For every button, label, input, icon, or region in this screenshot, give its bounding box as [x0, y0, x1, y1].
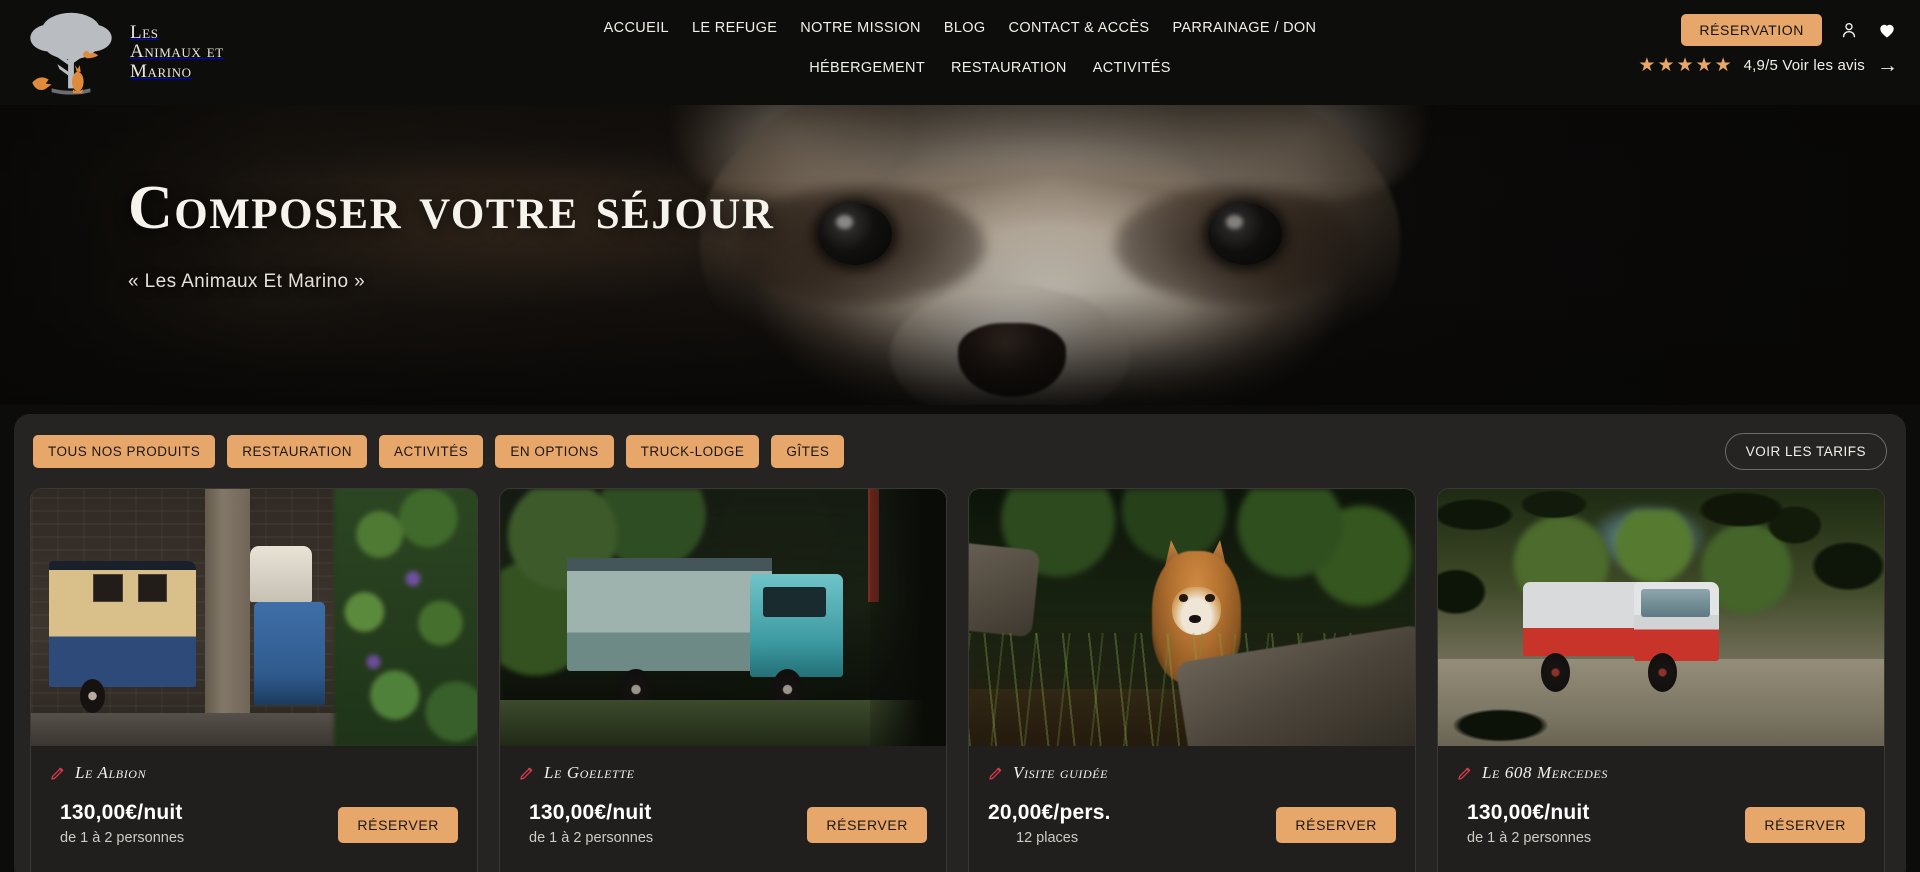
product-card-footer: 130,00€/nuit de 1 à 2 personnes RÉSERVER: [500, 801, 946, 846]
primary-navigation: ACCUEIL LE REFUGE NOTRE MISSION BLOG CON…: [0, 20, 1920, 36]
pencil-icon: [988, 765, 1004, 781]
product-card[interactable]: Visite guidée 20,00€/pers. 12 places RÉS…: [968, 488, 1416, 872]
product-card[interactable]: Le Goelette 130,00€/nuit de 1 à 2 person…: [499, 488, 947, 872]
product-price-block: 130,00€/nuit de 1 à 2 personnes: [519, 801, 653, 846]
rating-stars: ★ ★ ★ ★ ★: [1638, 56, 1731, 75]
heart-icon[interactable]: [1876, 19, 1898, 41]
product-price: 130,00€/nuit: [60, 801, 183, 824]
reserver-button[interactable]: RÉSERVER: [1276, 807, 1396, 843]
product-image-608-mercedes: [1438, 489, 1884, 746]
product-card-body: Le Goelette 130,00€/nuit de 1 à 2 person…: [500, 746, 946, 872]
product-card-footer: 130,00€/nuit de 1 à 2 personnes RÉSERVER: [1438, 801, 1884, 846]
product-image-goelette: [500, 489, 946, 746]
product-title-row: Le 608 Mercedes: [1457, 763, 1865, 783]
nav-item-hebergement[interactable]: HÉBERGEMENT: [809, 60, 925, 76]
star-icon: ★: [1657, 55, 1675, 76]
filter-gites[interactable]: GÎTES: [771, 434, 845, 468]
site-header: Les Animaux et Marino ACCUEIL LE REFUGE …: [0, 0, 1920, 105]
product-card[interactable]: Le Albion 130,00€/nuit de 1 à 2 personne…: [30, 488, 478, 872]
filter-activites[interactable]: ACTIVITÉS: [379, 434, 484, 468]
product-price: 130,00€/nuit: [529, 801, 652, 824]
product-title-row: Visite guidée: [988, 763, 1396, 783]
star-icon: ★: [1695, 55, 1713, 76]
product-title-row: Le Goelette: [519, 763, 927, 783]
pencil-icon: [50, 765, 66, 781]
filter-truck-lodge[interactable]: TRUCK-LODGE: [625, 434, 760, 468]
product-price: 130,00€/nuit: [1467, 801, 1590, 824]
reservation-button[interactable]: RÉSERVATION: [1681, 14, 1822, 46]
rating-text[interactable]: 4,9/5 Voir les avis: [1744, 57, 1865, 74]
reserver-button[interactable]: RÉSERVER: [807, 807, 927, 843]
nav-item-blog[interactable]: BLOG: [944, 20, 986, 36]
nav-item-restauration[interactable]: RESTAURATION: [951, 60, 1067, 76]
product-card-footer: 20,00€/pers. 12 places RÉSERVER: [969, 801, 1415, 846]
product-title: Le Albion: [75, 763, 147, 782]
voir-les-tarifs-button[interactable]: VOIR LES TARIFS: [1724, 432, 1887, 470]
tree-with-animals-icon: [22, 5, 120, 100]
hero-banner: Composer votre séjour « Les Animaux Et M…: [0, 105, 1920, 405]
product-filters: TOUS NOS PRODUITS RESTAURATION ACTIVITÉS…: [33, 434, 845, 468]
product-card-footer: 130,00€/nuit de 1 à 2 personnes RÉSERVER: [31, 801, 477, 846]
nav-item-contact-acces[interactable]: CONTACT & ACCÈS: [1009, 20, 1150, 36]
product-capacity: de 1 à 2 personnes: [1467, 830, 1592, 846]
pencil-icon: [519, 765, 535, 781]
nav-item-parrainage-don[interactable]: PARRAINAGE / DON: [1172, 20, 1316, 36]
user-icon[interactable]: [1838, 19, 1860, 41]
hero-subtitle: « Les Animaux Et Marino »: [128, 271, 366, 292]
product-card-list: Le Albion 130,00€/nuit de 1 à 2 personne…: [30, 488, 1885, 872]
reserver-button[interactable]: RÉSERVER: [338, 807, 458, 843]
reserver-button[interactable]: RÉSERVER: [1745, 807, 1865, 843]
nav-item-le-refuge[interactable]: LE REFUGE: [692, 20, 777, 36]
star-icon: ★: [1714, 55, 1732, 76]
product-image-albion: [31, 489, 477, 746]
product-price: 20,00€/pers.: [988, 801, 1111, 824]
pencil-icon: [1457, 765, 1473, 781]
product-title: Le 608 Mercedes: [1482, 763, 1608, 782]
product-price-block: 130,00€/nuit de 1 à 2 personnes: [1457, 801, 1591, 846]
logo-line-2: Animaux et: [130, 41, 224, 63]
nav-item-notre-mission[interactable]: NOTRE MISSION: [800, 20, 921, 36]
site-logo[interactable]: Les Animaux et Marino: [22, 2, 224, 102]
star-icon: ★: [1676, 55, 1694, 76]
header-rating-row: ★ ★ ★ ★ ★ 4,9/5 Voir les avis →: [1638, 55, 1898, 76]
hero-copy: Composer votre séjour « Les Animaux Et M…: [128, 177, 774, 293]
product-card[interactable]: Le 608 Mercedes 130,00€/nuit de 1 à 2 pe…: [1437, 488, 1885, 872]
products-panel: TOUS NOS PRODUITS RESTAURATION ACTIVITÉS…: [14, 414, 1906, 872]
header-actions: RÉSERVATION ★ ★ ★ ★ ★ 4,9/5 Voir les avi…: [1638, 14, 1898, 76]
arrow-right-icon[interactable]: →: [1877, 55, 1898, 76]
nav-item-activites[interactable]: ACTIVITÉS: [1093, 60, 1171, 76]
product-price-block: 20,00€/pers. 12 places: [988, 801, 1111, 846]
product-title-row: Le Albion: [50, 763, 458, 783]
product-price-block: 130,00€/nuit de 1 à 2 personnes: [50, 801, 184, 846]
product-capacity: de 1 à 2 personnes: [60, 830, 185, 846]
product-card-body: Le 608 Mercedes 130,00€/nuit de 1 à 2 pe…: [1438, 746, 1884, 872]
page-title: Composer votre séjour: [128, 174, 775, 242]
page-root: Les Animaux et Marino ACCUEIL LE REFUGE …: [0, 0, 1920, 872]
secondary-navigation: HÉBERGEMENT RESTAURATION ACTIVITÉS: [30, 60, 1920, 76]
product-card-body: Visite guidée 20,00€/pers. 12 places RÉS…: [969, 746, 1415, 872]
filter-en-options[interactable]: EN OPTIONS: [495, 434, 614, 468]
product-title: Le Goelette: [544, 763, 635, 782]
product-image-visite-guidee: [969, 489, 1415, 746]
filter-restauration[interactable]: RESTAURATION: [227, 434, 368, 468]
filter-tous-nos-produits[interactable]: TOUS NOS PRODUITS: [33, 434, 216, 468]
header-actions-top-row: RÉSERVATION: [1681, 14, 1898, 46]
product-capacity: 12 places: [1016, 830, 1079, 846]
product-card-body: Le Albion 130,00€/nuit de 1 à 2 personne…: [31, 746, 477, 872]
product-title: Visite guidée: [1013, 763, 1109, 782]
products-toolbar: TOUS NOS PRODUITS RESTAURATION ACTIVITÉS…: [14, 414, 1906, 488]
product-capacity: de 1 à 2 personnes: [529, 830, 654, 846]
nav-item-accueil[interactable]: ACCUEIL: [604, 20, 669, 36]
star-icon: ★: [1638, 55, 1656, 76]
